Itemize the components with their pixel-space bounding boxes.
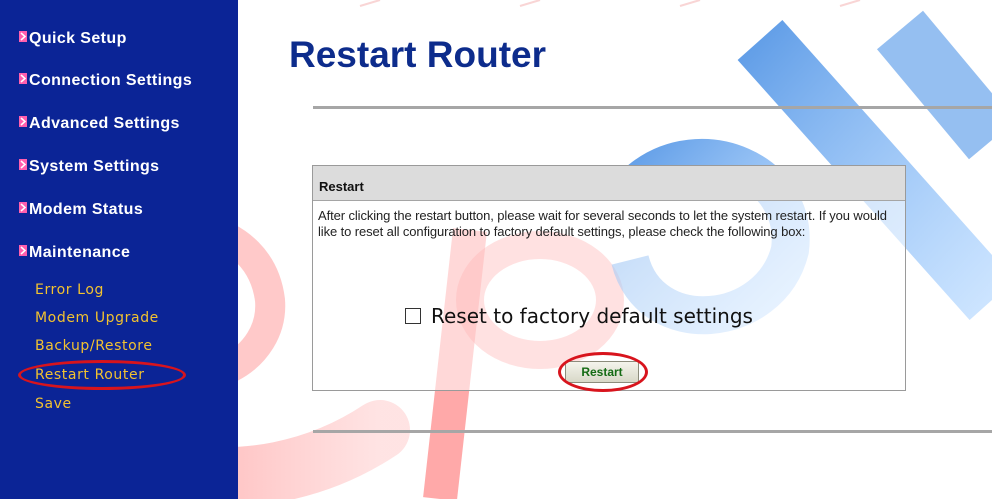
factory-reset-label: Reset to factory default settings — [431, 304, 753, 328]
bullet-icon — [19, 158, 27, 170]
sidebar-item-label: Advanced Settings — [29, 115, 180, 132]
sidebar-item-system-settings[interactable]: System Settings — [19, 156, 159, 178]
restart-panel: Restart After clicking the restart butto… — [312, 165, 906, 391]
panel-description: After clicking the restart button, pleas… — [318, 208, 887, 239]
sidebar-subitem-error-log[interactable]: Error Log — [35, 280, 104, 300]
factory-reset-checkbox[interactable] — [405, 308, 421, 324]
panel-header: Restart — [313, 166, 905, 201]
sidebar-subitem-backup-restore[interactable]: Backup/Restore — [35, 336, 153, 356]
sidebar-item-connection-settings[interactable]: Connection Settings — [19, 70, 192, 92]
sidebar-item-quick-setup[interactable]: Quick Setup — [19, 28, 127, 50]
divider — [313, 430, 992, 433]
sidebar-item-maintenance[interactable]: Maintenance — [19, 242, 130, 264]
page-title: Restart Router — [289, 34, 546, 75]
bullet-icon — [19, 30, 27, 42]
bullet-icon — [19, 244, 27, 256]
sidebar-subitem-restart-router[interactable]: Restart Router — [35, 365, 145, 385]
sidebar-item-label: System Settings — [29, 158, 160, 175]
sidebar: Quick Setup Connection Settings Advanced… — [0, 0, 238, 499]
main-content: Restart Router Restart After clicking th… — [238, 0, 992, 499]
sidebar-item-label: Connection Settings — [29, 72, 193, 89]
sidebar-subitem-save[interactable]: Save — [35, 394, 72, 414]
sidebar-item-modem-status[interactable]: Modem Status — [19, 199, 143, 221]
bullet-icon — [19, 72, 27, 84]
sidebar-subitem-modem-upgrade[interactable]: Modem Upgrade — [35, 308, 159, 328]
bullet-icon — [19, 201, 27, 213]
sidebar-item-advanced-settings[interactable]: Advanced Settings — [19, 113, 180, 135]
restart-button[interactable]: Restart — [565, 361, 639, 383]
factory-reset-option[interactable]: Reset to factory default settings — [405, 304, 753, 328]
bullet-icon — [19, 115, 27, 127]
divider — [313, 106, 992, 109]
sidebar-item-label: Maintenance — [29, 244, 131, 261]
sidebar-item-label: Modem Status — [29, 201, 144, 218]
sidebar-item-label: Quick Setup — [29, 30, 127, 47]
